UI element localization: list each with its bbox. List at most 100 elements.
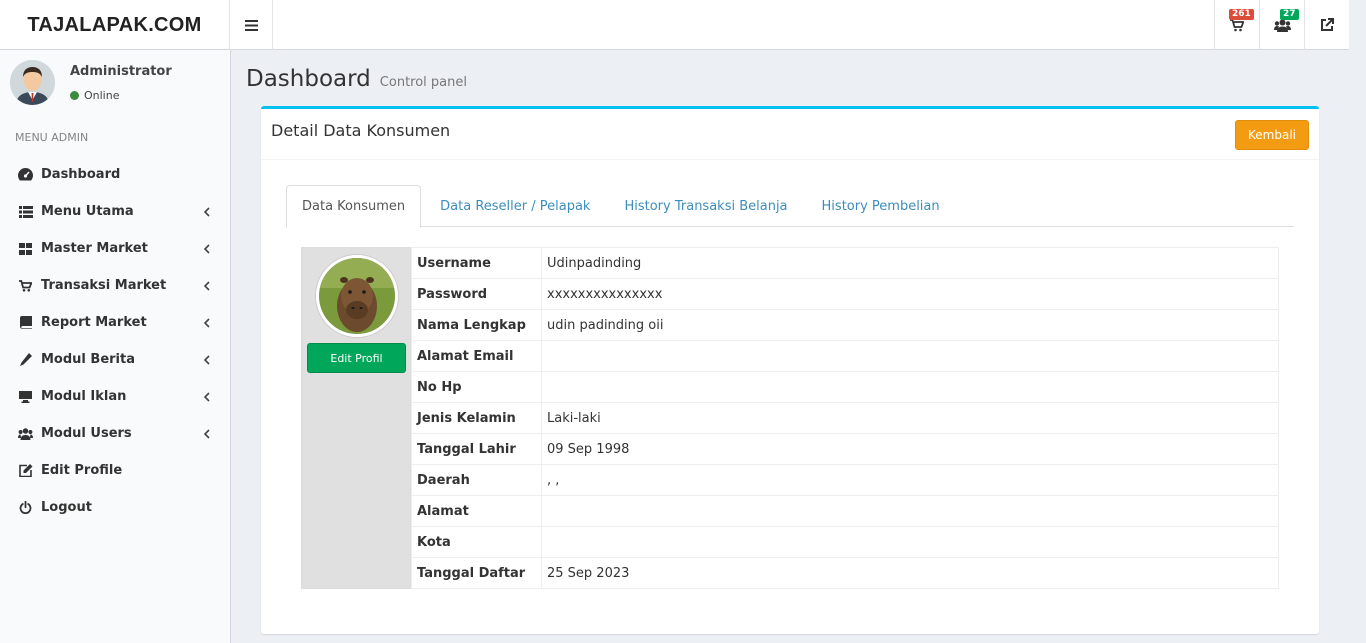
table-row: Daerah, , <box>411 464 1279 496</box>
tab-history-transaksi[interactable]: History Transaksi Belanja <box>609 185 802 227</box>
sidebar-item-label: Modul Berita <box>41 352 135 367</box>
table-row: Alamat <box>411 495 1279 527</box>
profile-photo <box>316 255 398 337</box>
field-label: Nama Lengkap <box>411 309 542 341</box>
cart-badge: 261 <box>1229 9 1254 20</box>
page-title: Dashboard <box>246 66 371 92</box>
online-status-dot <box>70 91 79 100</box>
top-navbar: TAJALAPAK.COM 261 27 <box>0 0 1349 50</box>
menu-header: MENU ADMIN <box>15 131 89 144</box>
chevron-left-icon <box>203 429 210 439</box>
sidebar-item-report-market[interactable]: Report Market <box>0 304 230 341</box>
field-value: xxxxxxxxxxxxxxx <box>541 278 1279 310</box>
sidebar-item-master-market[interactable]: Master Market <box>0 230 230 267</box>
field-value: Laki-laki <box>541 402 1279 434</box>
grid-icon <box>18 241 33 256</box>
external-link-icon <box>1321 18 1334 31</box>
field-label: Password <box>411 278 542 310</box>
field-value: 25 Sep 2023 <box>541 557 1279 589</box>
cart-nav-button[interactable]: 261 <box>1214 0 1259 50</box>
sidebar-item-label: Transaksi Market <box>41 278 167 293</box>
user-status: Online <box>70 89 119 102</box>
tab-data-konsumen[interactable]: Data Konsumen <box>286 185 422 228</box>
field-value: Udinpadinding <box>541 247 1279 279</box>
sidebar-menu: Dashboard Menu Utama Master Market Trans… <box>0 156 230 526</box>
sidebar-item-transaksi-market[interactable]: Transaksi Market <box>0 267 230 304</box>
box-title: Detail Data Konsumen <box>271 121 451 140</box>
users-badge: 27 <box>1280 9 1299 20</box>
list-icon <box>18 204 33 219</box>
field-label: Username <box>411 247 542 279</box>
users-icon <box>18 426 33 441</box>
page-subtitle: Control panel <box>379 75 467 90</box>
chevron-left-icon <box>203 392 210 402</box>
detail-box: Detail Data Konsumen Kembali Data Konsum… <box>261 106 1319 634</box>
table-row: Username Udinpadinding <box>411 247 1279 279</box>
customer-info-table: Username Udinpadinding Password xxxxxxxxxx… <box>411 247 1279 589</box>
sidebar-item-label: Dashboard <box>41 167 121 182</box>
table-row: Alamat Email <box>411 340 1279 372</box>
chevron-left-icon <box>203 207 210 217</box>
edit-icon <box>18 463 33 478</box>
field-value <box>541 371 1279 403</box>
table-row: Nama Lengkap udin padinding oii <box>411 309 1279 341</box>
field-value <box>541 526 1279 558</box>
navbar-right: 261 27 <box>1214 0 1349 50</box>
user-panel: Administrator Online <box>0 50 230 122</box>
customer-detail: Edit Profil Username Udinpadinding Passwo… <box>301 247 1279 589</box>
edit-profile-button[interactable]: Edit Profil <box>307 343 406 373</box>
external-link-button[interactable] <box>1304 0 1349 50</box>
field-value: udin padinding oii <box>541 309 1279 341</box>
table-row: Jenis Kelamin Laki-laki <box>411 402 1279 434</box>
sidebar-item-logout[interactable]: Logout <box>0 489 230 526</box>
field-label: Jenis Kelamin <box>411 402 542 434</box>
sidebar-item-edit-profile[interactable]: Edit Profile <box>0 452 230 489</box>
sidebar-item-label: Edit Profile <box>41 463 123 478</box>
hamburger-icon <box>244 19 258 31</box>
sidebar-item-modul-iklan[interactable]: Modul Iklan <box>0 378 230 415</box>
sidebar-item-label: Logout <box>41 500 92 515</box>
field-label: Alamat Email <box>411 340 542 372</box>
back-button[interactable]: Kembali <box>1235 120 1309 150</box>
sidebar-item-dashboard[interactable]: Dashboard <box>0 156 230 193</box>
book-icon <box>18 315 33 330</box>
pencil-icon <box>18 352 33 367</box>
chevron-left-icon <box>203 355 210 365</box>
power-icon <box>18 500 33 515</box>
field-label: Tanggal Daftar <box>411 557 542 589</box>
field-label: No Hp <box>411 371 542 403</box>
field-label: Kota <box>411 526 542 558</box>
field-value: , , <box>541 464 1279 496</box>
table-row: Tanggal Daftar 25 Sep 2023 <box>411 557 1279 589</box>
table-row: Password xxxxxxxxxxxxxxx <box>411 278 1279 310</box>
users-nav-button[interactable]: 27 <box>1259 0 1304 50</box>
chevron-left-icon <box>203 244 210 254</box>
sidebar-toggle-button[interactable] <box>230 0 273 50</box>
sidebar-item-label: Modul Users <box>41 426 132 441</box>
cart-icon <box>18 278 33 293</box>
sidebar-item-modul-users[interactable]: Modul Users <box>0 415 230 452</box>
sidebar-item-label: Report Market <box>41 315 147 330</box>
brand-logo[interactable]: TAJALAPAK.COM <box>0 0 230 50</box>
field-label: Daerah <box>411 464 542 496</box>
field-value <box>541 495 1279 527</box>
chevron-left-icon <box>203 281 210 291</box>
sidebar-item-label: Master Market <box>41 241 148 256</box>
field-value: 09 Sep 1998 <box>541 433 1279 465</box>
sidebar-item-menu-utama[interactable]: Menu Utama <box>0 193 230 230</box>
avatar <box>10 60 55 105</box>
table-row: Tanggal Lahir 09 Sep 1998 <box>411 433 1279 465</box>
chevron-left-icon <box>203 318 210 328</box>
box-header: Detail Data Konsumen Kembali <box>261 109 1319 160</box>
cart-icon <box>1230 18 1244 31</box>
users-icon <box>1273 19 1291 32</box>
table-row: No Hp <box>411 371 1279 403</box>
sidebar: Administrator Online MENU ADMIN Dashboar… <box>0 50 231 643</box>
field-label: Tanggal Lahir <box>411 433 542 465</box>
user-status-label: Online <box>84 89 120 102</box>
sidebar-item-label: Modul Iklan <box>41 389 127 404</box>
tab-history-pembelian[interactable]: History Pembelian <box>807 185 955 227</box>
table-row: Kota <box>411 526 1279 558</box>
sidebar-item-modul-berita[interactable]: Modul Berita <box>0 341 230 378</box>
tab-data-reseller[interactable]: Data Reseller / Pelapak <box>425 185 605 227</box>
